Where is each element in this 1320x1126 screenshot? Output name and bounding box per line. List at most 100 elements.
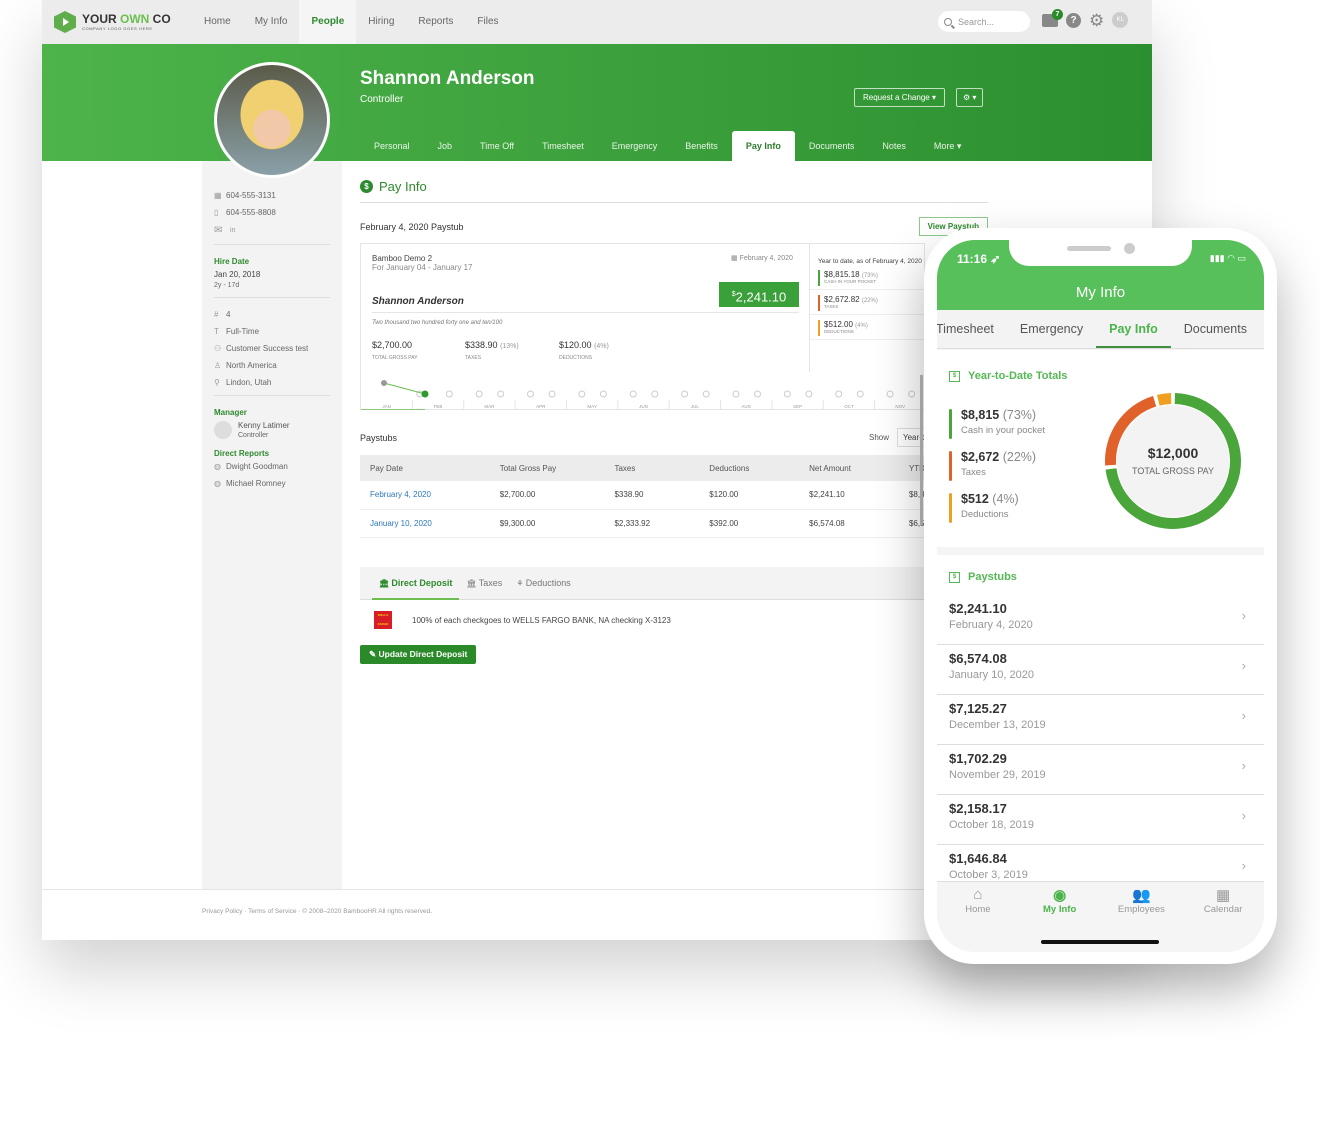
chevron-right-icon: ›	[1241, 708, 1246, 723]
mobile-paystub-item[interactable]: $7,125.27 December 13, 2019 ›	[937, 695, 1264, 745]
timeline-paystub-point[interactable]	[421, 390, 429, 398]
donut-slice-deductions[interactable]	[1156, 393, 1172, 406]
timeline-point[interactable]	[475, 390, 483, 398]
tab-taxes[interactable]: 🏛 Taxes	[459, 567, 509, 600]
nav-calendar[interactable]: ▦ Calendar	[1182, 882, 1264, 952]
mobile-tab-timesheet[interactable]: Timesheet	[937, 310, 1007, 348]
mobile-screen: 11:16 ➶ ▮▮▮ ◠ ▭ My Info Timesheet Emergen…	[937, 240, 1264, 952]
mobile-paystub-item[interactable]: $6,574.08 January 10, 2020 ›	[937, 645, 1264, 695]
footer-text[interactable]: Privacy Policy · Terms of Service · © 20…	[202, 908, 432, 915]
inbox-icon[interactable]: 7	[1042, 8, 1063, 27]
settings-gear-icon[interactable]: ⚙	[1089, 12, 1104, 29]
pay-period: For January 04 - January 17	[372, 263, 473, 272]
timeline-point[interactable]	[548, 390, 556, 398]
direct-deposit-info: WELLS FARGO 100% of each check goes to WE…	[374, 611, 671, 629]
paystubs-heading: Paystubs	[968, 571, 1017, 583]
tab-time-off[interactable]: Time Off	[466, 131, 528, 161]
tab-timesheet[interactable]: Timesheet	[528, 131, 598, 161]
timeline-point[interactable]	[445, 390, 453, 398]
paystubs-title: Paystubs	[360, 432, 398, 443]
settings-dropdown-button[interactable]: ⚙ ▾	[956, 88, 984, 107]
mobile-tab-emergency[interactable]: Emergency	[1007, 310, 1096, 348]
profile-sidebar: ▦ 604-555-3131 ▯ 604-555-8808 ✉ in Hire Dat…	[202, 161, 342, 889]
timeline-point[interactable]	[805, 390, 813, 398]
nav-home[interactable]: ⌂ Home	[937, 882, 1019, 952]
paystubs-table-section: Paystubs ShowYear-to-Date Pay DateTotal …	[360, 428, 925, 538]
nav-reports[interactable]: Reports	[406, 0, 465, 44]
deposit-tabs: 🏛 Direct Deposit 🏛 Taxes ⚘ Deductions	[360, 567, 925, 600]
timeline-point[interactable]	[651, 390, 659, 398]
tab-notes[interactable]: Notes	[868, 131, 920, 161]
direct-report[interactable]: ◍ Dwight Goodman	[214, 462, 330, 471]
timeline-point[interactable]	[599, 390, 607, 398]
tenure: 2y - 17d	[214, 282, 240, 289]
tab-pay-info[interactable]: Pay Info	[731, 131, 795, 161]
paystub-timeline[interactable]: JAN FEB MAR APR MAY JUN JUL AUG SEP OCT NOV	[361, 372, 926, 410]
section-title: Pay Info	[379, 179, 427, 194]
legend-label: Deductions	[961, 509, 1009, 520]
search-input[interactable]: Search...	[938, 11, 1030, 32]
user-avatar[interactable]: KL	[1112, 12, 1129, 28]
timeline-point[interactable]	[783, 390, 791, 398]
timeline-point[interactable]	[856, 390, 864, 398]
nav-files[interactable]: Files	[465, 0, 510, 44]
hash-icon: #	[214, 310, 219, 319]
timeline-point[interactable]	[629, 390, 637, 398]
content-scrollbar[interactable]	[920, 375, 923, 525]
linkedin-icon[interactable]: in	[230, 227, 242, 234]
nav-people[interactable]: People	[299, 0, 357, 44]
profile-photo[interactable]	[214, 62, 330, 178]
tab-job[interactable]: Job	[424, 131, 467, 161]
show-label: Show	[868, 433, 889, 442]
request-change-button[interactable]: Request a Change ▾	[854, 88, 945, 107]
tab-more[interactable]: More ▾	[920, 131, 976, 161]
nav-label: Employees	[1117, 904, 1165, 915]
pay-date-link[interactable]: January 10, 2020	[370, 519, 432, 528]
timeline-point[interactable]	[835, 390, 843, 398]
mobile-paystub-item[interactable]: $2,241.10 February 4, 2020 ›	[937, 595, 1264, 645]
timeline-paystub-point[interactable]	[381, 380, 387, 386]
mobile-paystub-item[interactable]: $2,158.17 October 18, 2019 ›	[937, 795, 1264, 845]
tab-deductions[interactable]: ⚘ Deductions	[509, 567, 577, 600]
ytd-row: $2,672.82 (22%) TAXES	[810, 290, 926, 315]
company-logo[interactable]: YOUR OWN CO COMPANY LOGO GOES HERE	[54, 11, 192, 33]
timeline-point[interactable]	[732, 390, 740, 398]
nav-my-info[interactable]: My Info	[243, 0, 300, 44]
pay-date-link[interactable]: February 4, 2020	[370, 490, 431, 499]
employee-title: Controller	[360, 94, 404, 105]
paystub-amount: $7,125.27	[949, 701, 1007, 716]
employee-name: Shannon Anderson	[360, 68, 535, 89]
update-direct-deposit-button[interactable]: ✎ Update Direct Deposit	[360, 645, 477, 664]
mobile-tab-documents[interactable]: Documents	[1171, 310, 1260, 348]
timeline-point[interactable]	[886, 390, 894, 398]
mobile-paystub-item[interactable]: $1,702.29 November 29, 2019 ›	[937, 745, 1264, 795]
location: Lindon, Utah	[226, 378, 272, 387]
help-icon[interactable]: ?	[1066, 12, 1081, 28]
timeline-point[interactable]	[578, 390, 586, 398]
timeline-point[interactable]	[908, 390, 916, 398]
timeline-point[interactable]	[681, 390, 689, 398]
nav-hiring[interactable]: Hiring	[356, 0, 406, 44]
timeline-point[interactable]	[527, 390, 534, 398]
timeline-point[interactable]	[497, 390, 505, 398]
tab-benefits[interactable]: Benefits	[671, 131, 732, 161]
ytd-title: Year to date, as of February 4, 2020	[818, 258, 922, 265]
tab-documents[interactable]: Documents	[795, 131, 869, 161]
deposit-text: goes to WELLS FARGO BANK, NA checking X-…	[484, 615, 671, 625]
tab-personal[interactable]: Personal	[360, 131, 424, 161]
mobile-tab-pay-info[interactable]: Pay Info	[1096, 310, 1171, 348]
manager-avatar	[214, 421, 232, 439]
timeline-line	[383, 382, 426, 395]
paystub-title: February 4, 2020 Paystub	[360, 221, 464, 232]
update-label: Update Direct Deposit	[378, 649, 468, 659]
nav-home[interactable]: Home	[192, 0, 243, 44]
tab-emergency[interactable]: Emergency	[598, 131, 672, 161]
manager-card[interactable]: Kenny Latimer Controller	[214, 421, 330, 439]
timeline-point[interactable]	[754, 390, 762, 398]
direct-report[interactable]: ◍ Michael Romney	[214, 479, 330, 488]
paystub-amount: $1,646.84	[949, 851, 1007, 866]
timeline-point[interactable]	[702, 390, 710, 398]
paystubs-table: Pay Date Total Gross Pay Taxes Deductions Ne…	[360, 455, 925, 538]
tab-direct-deposit[interactable]: 🏛 Direct Deposit	[372, 567, 460, 600]
email-icon[interactable]: ✉	[214, 225, 226, 236]
